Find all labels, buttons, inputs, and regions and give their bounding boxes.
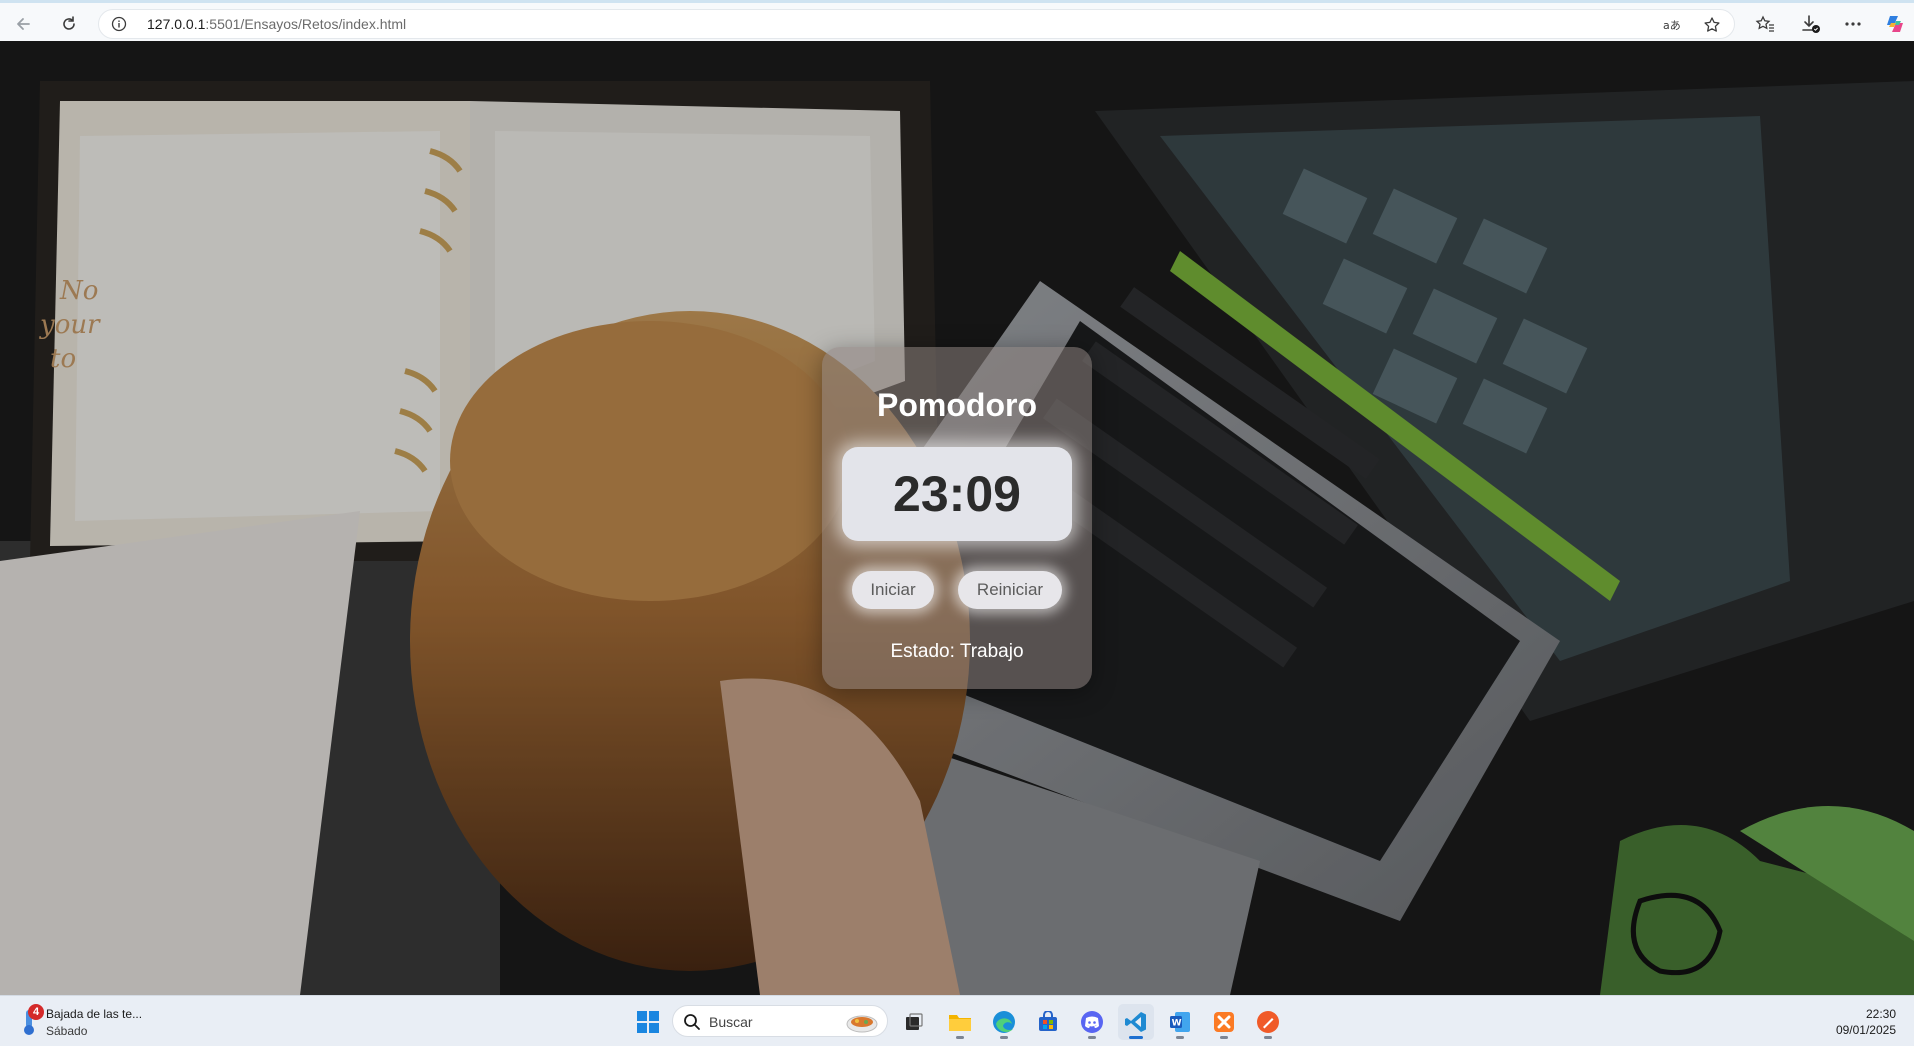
url-path: :5501/Ensayos/Retos/index.html (205, 16, 407, 32)
copilot-icon (1887, 16, 1903, 32)
copilot-button[interactable] (1880, 9, 1910, 39)
search-highlight-icon (846, 1015, 878, 1033)
back-button[interactable] (8, 9, 38, 39)
pomodoro-card: Pomodoro 23:09 Iniciar Reiniciar Estado:… (822, 347, 1092, 689)
url-text[interactable]: 127.0.0.1:5501/Ensayos/Retos/index.html (147, 16, 406, 32)
discord-icon (1081, 1011, 1103, 1033)
task-view-icon (906, 1013, 923, 1030)
file-explorer-icon (949, 1015, 971, 1031)
weather-day: Sábado (46, 1024, 88, 1038)
system-clock[interactable]: 22:30 09/01/2025 (1836, 1006, 1896, 1038)
more-button[interactable] (1838, 9, 1868, 39)
url-host: 127.0.0.1 (147, 16, 206, 32)
start-button[interactable]: Iniciar (852, 571, 934, 609)
favorite-button[interactable] (1702, 15, 1722, 35)
downloads-icon (1802, 15, 1820, 33)
search-icon (684, 1014, 700, 1030)
brush-app-icon (1257, 1011, 1279, 1033)
xampp-button[interactable] (1206, 1004, 1242, 1040)
windows-start-icon (637, 1011, 659, 1033)
weather-title: Bajada de las te... (46, 1007, 143, 1021)
favorite-star-icon (1704, 17, 1720, 32)
pomodoro-title: Pomodoro (877, 387, 1037, 423)
edge-icon (993, 1011, 1015, 1033)
store-button[interactable] (1030, 1004, 1066, 1040)
back-icon (17, 18, 30, 30)
running-indicator (1000, 1036, 1008, 1039)
running-indicator (956, 1036, 964, 1039)
word-icon: W (1170, 1012, 1190, 1032)
start-menu-button[interactable] (630, 1004, 666, 1040)
svg-text:aあ: aあ (1663, 19, 1681, 32)
xampp-icon (1214, 1012, 1234, 1032)
active-indicator (1129, 1036, 1143, 1039)
taskbar-search[interactable]: Buscar (672, 1005, 888, 1037)
running-indicator (1220, 1036, 1228, 1039)
status-text: Estado: Trabajo (890, 641, 1024, 662)
refresh-button[interactable] (54, 9, 84, 39)
edge-button[interactable] (986, 1004, 1022, 1040)
favorites-icon (1755, 15, 1774, 32)
clock-date: 09/01/2025 (1835, 1023, 1896, 1037)
address-bar[interactable]: 127.0.0.1:5501/Ensayos/Retos/index.html … (98, 9, 1735, 39)
running-indicator (1264, 1036, 1272, 1039)
read-aloud-icon: aあ (1663, 19, 1681, 32)
brush-app-button[interactable] (1250, 1004, 1286, 1040)
word-button[interactable]: W (1162, 1004, 1198, 1040)
vscode-icon (1125, 1012, 1146, 1032)
downloads-button[interactable] (1796, 9, 1826, 39)
reset-button[interactable]: Reiniciar (958, 571, 1062, 609)
weather-widget[interactable]: 4 Bajada de las te... Sábado (18, 1004, 168, 1040)
clock-time: 22:30 (1865, 1007, 1896, 1021)
refresh-icon (63, 16, 75, 30)
info-icon[interactable] (111, 16, 127, 32)
timer-display: 23:09 (842, 447, 1072, 541)
store-icon (1039, 1011, 1057, 1031)
task-view-button[interactable] (896, 1004, 932, 1040)
page-viewport: No your to Pomodoro 23:09 Iniciar Reinic… (0, 41, 1914, 995)
more-icon (1845, 22, 1861, 26)
running-indicator (1176, 1036, 1184, 1039)
favorites-button[interactable] (1750, 9, 1780, 39)
taskbar: 4 Bajada de las te... Sábado Buscar W 22… (0, 995, 1914, 1046)
discord-button[interactable] (1074, 1004, 1110, 1040)
running-indicator (1088, 1036, 1096, 1039)
file-explorer-button[interactable] (942, 1004, 978, 1040)
vscode-button[interactable] (1118, 1004, 1154, 1040)
read-aloud-button[interactable]: aあ (1662, 15, 1682, 35)
weather-badge: 4 (28, 1004, 44, 1020)
search-placeholder: Buscar (709, 1014, 753, 1030)
browser-toolbar: 127.0.0.1:5501/Ensayos/Retos/index.html … (0, 0, 1914, 41)
svg-text:W: W (1172, 1019, 1182, 1029)
